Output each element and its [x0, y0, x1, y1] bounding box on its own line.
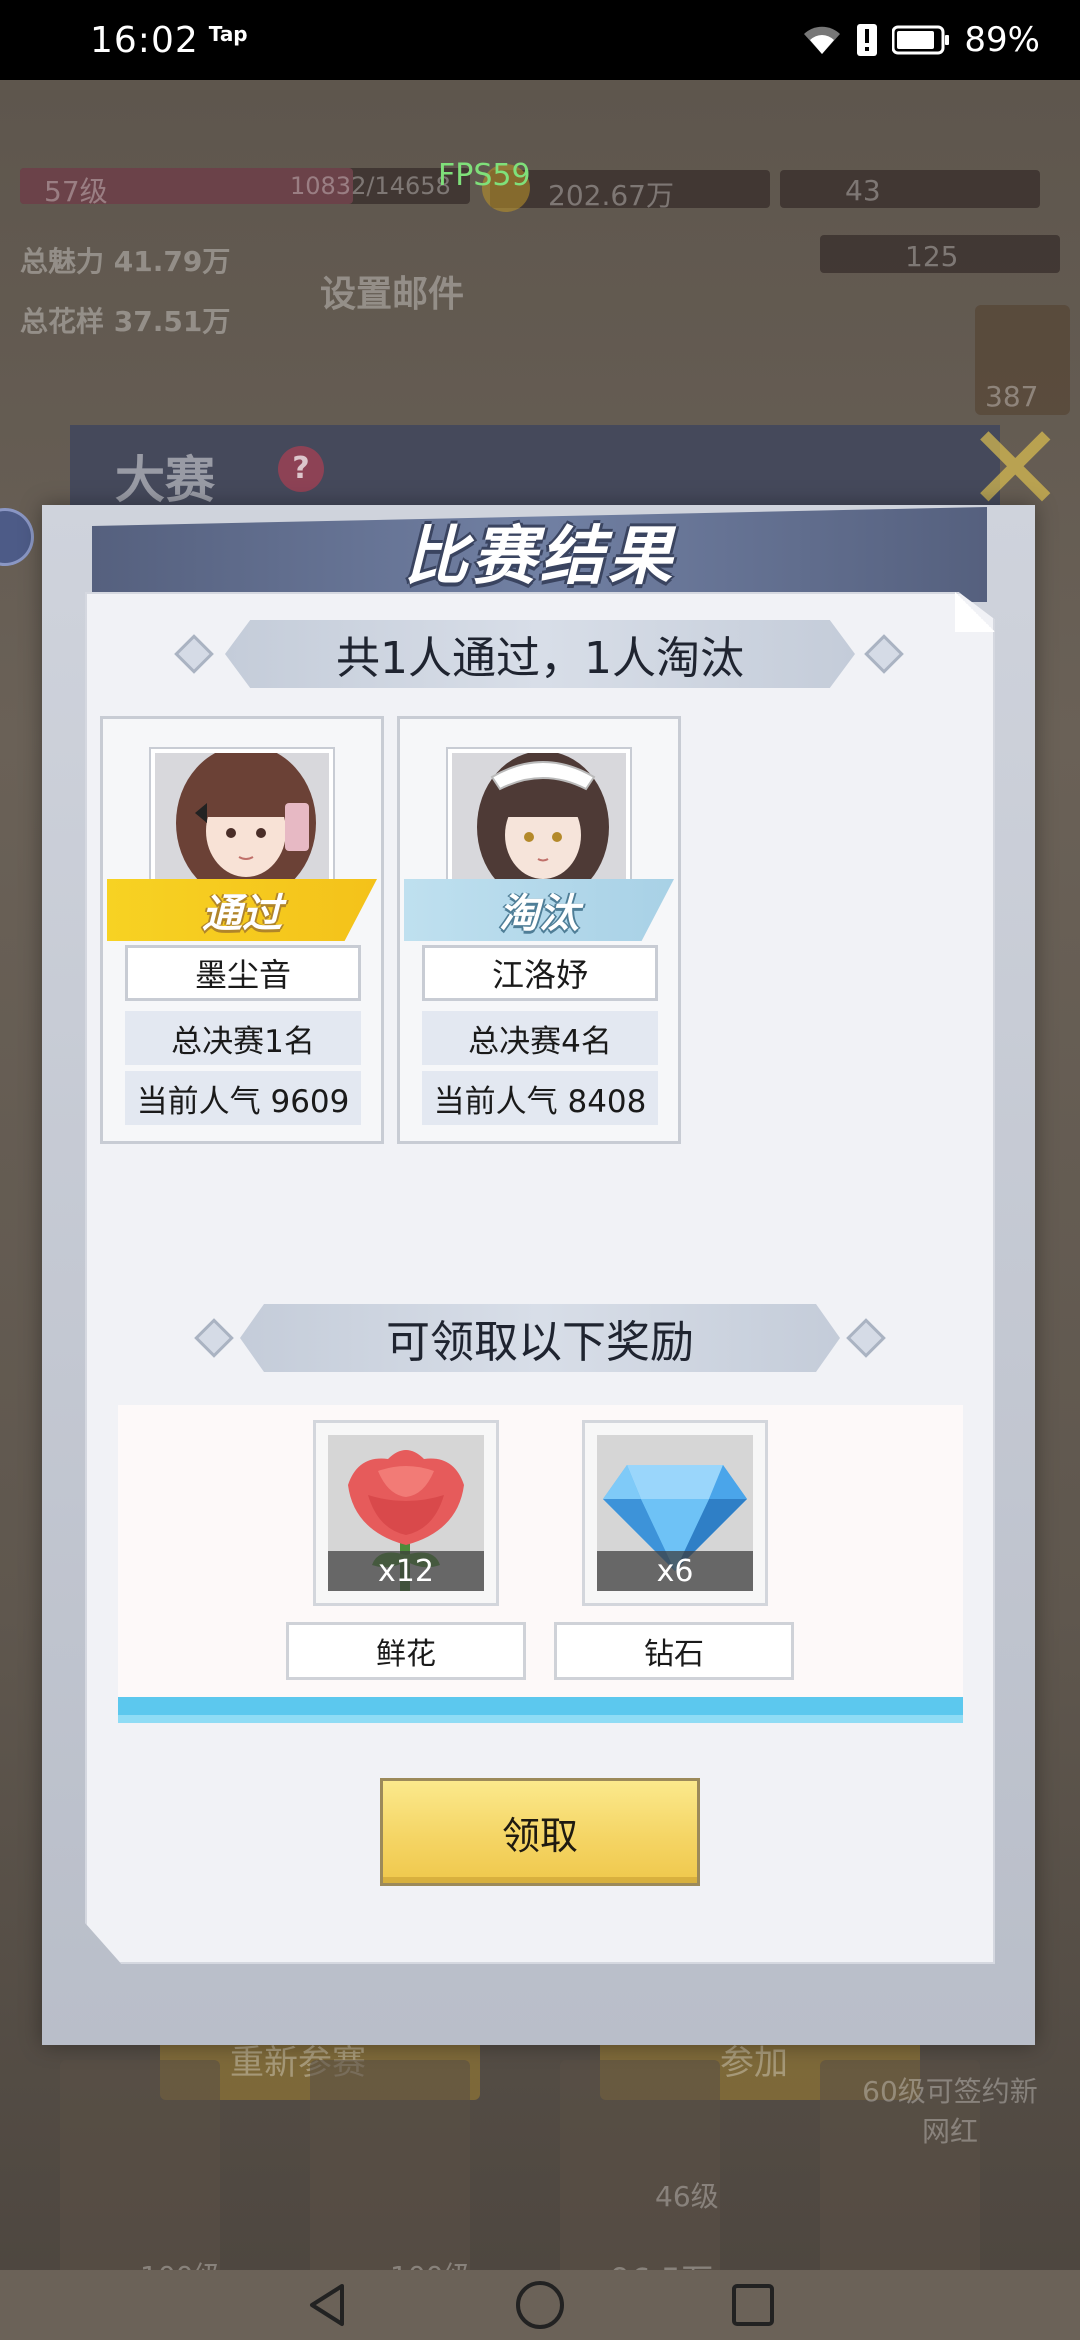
charm-text: 总魅力 41.79万 — [20, 245, 231, 278]
settings-text: 设置邮件 — [320, 274, 465, 315]
reward-item-flowers[interactable]: x12 — [313, 1420, 499, 1606]
status-tag-text: 通过 — [202, 891, 282, 937]
help-icon[interactable]: ? — [278, 446, 324, 492]
claim-button-label: 领取 — [501, 1813, 578, 1858]
bottom-value: 96.5万 — [610, 2255, 713, 2270]
bottom-card-level-4: 60级可签约新网红 — [862, 2075, 1038, 2148]
value-text: 总花样 37.51万 — [20, 305, 231, 338]
status-bar: 16:02 Tap 89% — [0, 0, 1080, 80]
bottom-card-1 — [60, 2060, 220, 2270]
rewards-banner-text: 可领取以下奖励 — [386, 1317, 694, 1368]
contestant-rank: 总决赛1名 — [125, 1011, 361, 1065]
reward-quantity: x6 — [597, 1551, 753, 1591]
back-triangle-icon — [309, 2284, 344, 2326]
status-right-group: 89% — [802, 20, 1040, 60]
status-tag-pass: 通过 — [107, 879, 377, 941]
fps-counter: FPS59 — [438, 158, 531, 193]
bottom-card-level-1: 100级 — [140, 2255, 221, 2270]
battery-icon — [892, 25, 950, 55]
alert-icon — [856, 23, 878, 57]
nav-back-button[interactable] — [297, 2275, 357, 2335]
bottom-card-3 — [560, 2060, 720, 2270]
contestant-rank: 总决赛4名 — [422, 1011, 658, 1065]
contest-title: 大赛 — [115, 451, 215, 509]
reward-quantity: x12 — [328, 1551, 484, 1591]
system-nav-bar — [0, 2270, 1080, 2340]
contestant-name-box: 江洛妤 — [422, 945, 658, 1001]
rose-bar — [780, 170, 1040, 208]
rewards-banner: 可领取以下奖励 — [240, 1304, 840, 1372]
claim-button[interactable]: 领取 — [380, 1778, 700, 1886]
reward-icon-frame: x12 — [328, 1435, 484, 1591]
contestant-portrait — [448, 749, 630, 889]
diamond-text: 125 — [905, 240, 959, 273]
reward-name: 鲜花 — [376, 1637, 436, 1672]
bottom-card-level-3: 46级 — [655, 2180, 719, 2213]
summary-text: 共1人通过，1人淘汰 — [336, 633, 744, 684]
girl-portrait-icon — [155, 753, 329, 885]
bottom-card-2 — [310, 2060, 470, 2270]
recents-square-icon — [732, 2284, 775, 2326]
status-time: 16:02 — [90, 19, 199, 61]
battery-percent: 89% — [964, 20, 1040, 60]
contestant-name-box: 墨尘音 — [125, 945, 361, 1001]
contestant-name: 墨尘音 — [194, 956, 291, 994]
nav-recents-button[interactable] — [723, 2275, 783, 2335]
result-card-eliminated[interactable]: 淘汰 江洛妤 总决赛4名 当前人气 8408 — [397, 716, 681, 1144]
reward-name: 钻石 — [644, 1637, 704, 1672]
status-tap-indicator: Tap — [208, 22, 248, 46]
bottom-card-level-2: 100级 — [390, 2255, 471, 2270]
nav-home-button[interactable] — [510, 2275, 570, 2335]
level-text: 57级 — [44, 175, 108, 208]
exp-text: 10832/14658 — [290, 172, 451, 200]
contestant-popularity: 当前人气 8408 — [422, 1071, 658, 1125]
coins-text: 202.67万 — [548, 179, 674, 212]
status-tag-text: 淘汰 — [499, 891, 579, 937]
paper-corner-fold — [955, 592, 995, 632]
contestant-portrait — [151, 749, 333, 889]
result-card-pass[interactable]: 通过 墨尘音 总决赛1名 当前人气 9609 — [100, 716, 384, 1144]
home-circle-icon — [515, 2281, 564, 2329]
contestant-name: 江洛妤 — [491, 956, 588, 994]
reward-icon-frame: x6 — [597, 1435, 753, 1591]
wifi-icon — [802, 24, 842, 56]
contestant-popularity: 当前人气 9609 — [125, 1071, 361, 1125]
reward-item-diamonds[interactable]: x6 — [582, 1420, 768, 1606]
roses-text: 43 — [845, 174, 881, 207]
reward-label-flowers: 鲜花 — [286, 1622, 526, 1680]
modal-title: 比赛结果 — [404, 520, 676, 594]
summary-banner: 共1人通过，1人淘汰 — [225, 620, 855, 688]
reward-label-diamonds: 钻石 — [554, 1622, 794, 1680]
status-tag-eliminated: 淘汰 — [404, 879, 674, 941]
maid-portrait-icon — [452, 753, 626, 885]
reward-panel — [118, 1405, 963, 1723]
